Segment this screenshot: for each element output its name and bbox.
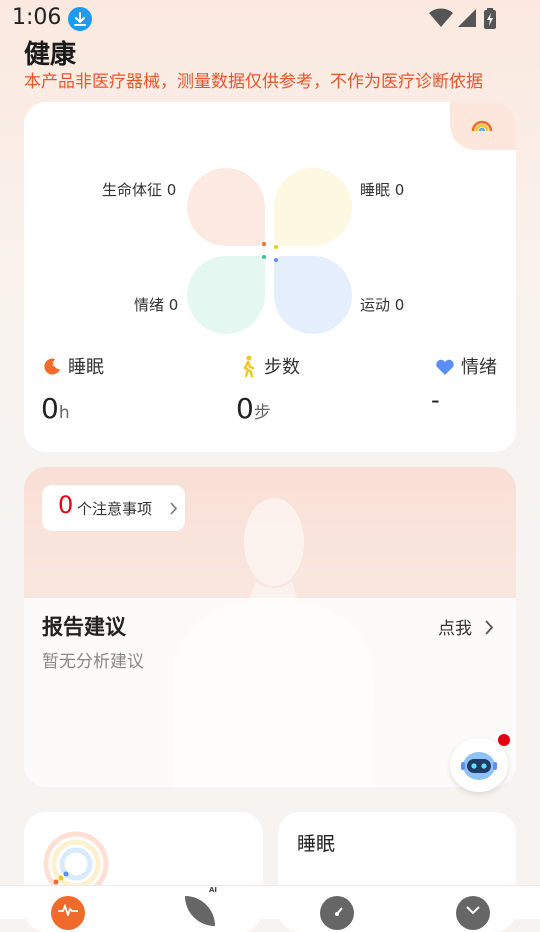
- vital-signs-label: 生命体征 0: [102, 181, 177, 199]
- report-card[interactable]: 0 个注意事项 报告建议 暂无分析建议 点我: [24, 467, 516, 787]
- vital-signs-petal[interactable]: [187, 168, 265, 246]
- emotion-quadrant-label: 情绪 0: [134, 296, 179, 314]
- sleep-moon-icon: z: [44, 358, 60, 375]
- center-dot: [274, 245, 278, 249]
- emotion-metric-value: -: [431, 386, 440, 414]
- steps-metric[interactable]: 步数: [238, 353, 300, 379]
- nav-health-tab[interactable]: [51, 896, 85, 930]
- rainbow-badge[interactable]: [450, 102, 516, 150]
- download-icon: [68, 7, 92, 31]
- center-dot: [262, 255, 266, 259]
- report-title: 报告建议: [42, 615, 126, 639]
- heart-icon: [436, 359, 454, 375]
- svg-text:z: z: [52, 360, 56, 368]
- medical-disclaimer: 本产品非医疗器械，测量数据仅供参考，不作为医疗诊断依据: [24, 72, 483, 92]
- sleep-petal[interactable]: [274, 168, 352, 246]
- status-bar: 1:06: [0, 0, 540, 36]
- sleep-metric[interactable]: z 睡眠: [42, 353, 104, 379]
- attention-label: 个注意事项: [77, 500, 153, 518]
- sleep-quadrant-label: 睡眠 0: [360, 181, 405, 199]
- emotion-metric[interactable]: 情绪: [435, 353, 497, 379]
- center-dot: [262, 242, 266, 246]
- chevron-right-icon: [485, 620, 494, 635]
- wifi-icon: [429, 8, 453, 27]
- health-overview-card[interactable]: 生命体征 0 睡眠 0 情绪 0 运动 0 z 睡眠 0h 步数 0步 情绪 -: [24, 102, 516, 452]
- pulse-icon: [58, 904, 78, 916]
- chevron-right-icon: [170, 502, 178, 515]
- robot-icon: [461, 752, 497, 780]
- cellular-signal-icon: [458, 9, 476, 27]
- assistant-robot-button[interactable]: [450, 738, 508, 792]
- emotion-petal[interactable]: [187, 256, 265, 334]
- status-time: 1:06: [12, 5, 62, 30]
- sleep-metric-value: 0h: [41, 392, 70, 425]
- exercise-petal[interactable]: [274, 256, 352, 334]
- exercise-quadrant-label: 运动 0: [360, 296, 405, 314]
- page-title: 健康: [24, 40, 77, 70]
- bottom-navigation: AI: [0, 885, 540, 930]
- center-dot: [274, 258, 278, 262]
- walking-person-icon: [243, 355, 255, 379]
- sleep-card-title: 睡眠: [297, 833, 336, 855]
- chevron-down-icon: [466, 906, 480, 915]
- notification-dot: [498, 734, 510, 746]
- report-link[interactable]: 点我: [438, 614, 494, 639]
- nav-profile-tab[interactable]: [456, 896, 490, 930]
- battery-icon: [484, 8, 496, 29]
- gauge-icon: [335, 907, 343, 916]
- attention-items-pill[interactable]: 0 个注意事项: [42, 485, 185, 531]
- body-figure-illustration: [174, 498, 374, 787]
- steps-metric-value: 0步: [236, 392, 271, 425]
- report-subtitle: 暂无分析建议: [42, 652, 144, 672]
- ai-leaf-icon: AI: [209, 886, 218, 894]
- attention-count: 0: [58, 491, 74, 519]
- nav-gauge-tab[interactable]: [320, 896, 354, 930]
- rainbow-icon: [471, 120, 493, 132]
